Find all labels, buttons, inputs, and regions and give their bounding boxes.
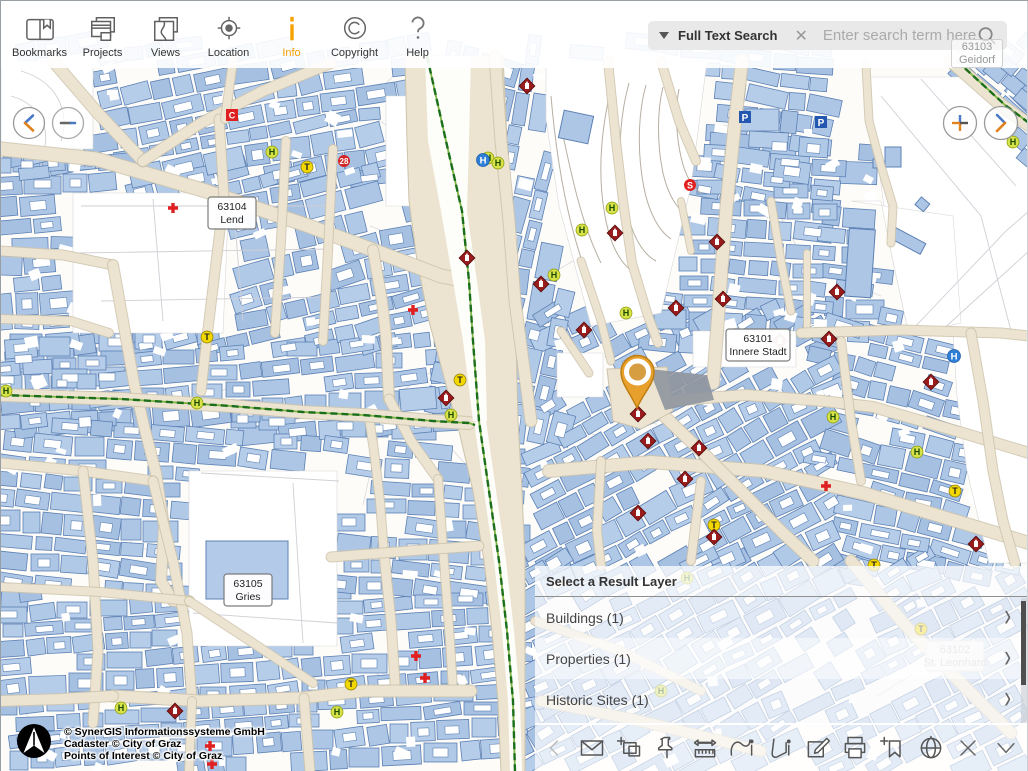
svg-text:T: T: [711, 520, 717, 530]
svg-text:Lend: Lend: [220, 214, 244, 226]
svg-text:H: H: [830, 412, 837, 422]
svg-text:T: T: [952, 486, 958, 496]
svg-text:63105: 63105: [233, 578, 262, 590]
svg-text:H: H: [448, 410, 455, 420]
svg-text:H: H: [551, 270, 558, 280]
svg-text:H: H: [334, 707, 341, 717]
svg-text:Gries: Gries: [235, 591, 260, 603]
svg-text:T: T: [204, 332, 210, 342]
svg-text:H: H: [579, 225, 586, 235]
svg-text:T: T: [304, 162, 310, 172]
svg-text:H: H: [480, 155, 487, 166]
svg-text:H: H: [609, 203, 616, 213]
svg-text:H: H: [194, 398, 201, 408]
svg-text:H: H: [914, 447, 921, 457]
svg-text:P: P: [818, 118, 825, 129]
svg-text:63104: 63104: [217, 201, 246, 213]
svg-text:63101: 63101: [743, 333, 772, 345]
svg-text:H: H: [269, 147, 276, 157]
svg-text:H: H: [623, 308, 630, 318]
svg-text:28: 28: [340, 157, 349, 166]
svg-text:S: S: [687, 181, 693, 191]
svg-text:P: P: [742, 113, 749, 124]
svg-text:H: H: [118, 703, 125, 713]
svg-text:C: C: [229, 111, 236, 121]
svg-text:H: H: [951, 351, 958, 362]
svg-text:T: T: [348, 679, 354, 689]
svg-text:H: H: [3, 386, 10, 396]
svg-text:H: H: [495, 158, 502, 168]
svg-text:T: T: [457, 375, 463, 385]
svg-text:Innere Stadt: Innere Stadt: [729, 346, 786, 358]
